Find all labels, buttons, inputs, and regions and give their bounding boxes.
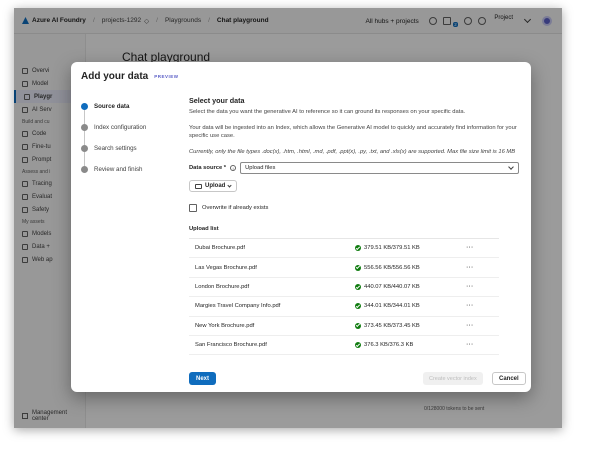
file-name: Dubai Brochure.pdf [195,245,245,252]
more-options-icon[interactable]: ··· [455,265,485,271]
more-options-icon[interactable]: ··· [455,245,485,251]
info-icon[interactable]: i [230,165,237,171]
file-name: Las Vegas Brochure.pdf [195,264,257,271]
file-types-note: Currently, only the file types .doc(x), … [189,149,516,155]
dialog-content: Select your data Select the data you wan… [189,96,519,366]
create-vector-index-button[interactable]: Create vector index [423,372,483,385]
dialog-footer: Next Create vector index Cancel [71,366,531,392]
next-button[interactable]: Next [189,372,217,385]
upload-list: Dubai Brochure.pdf 379.51 KB/379.51 KB ·… [189,238,499,356]
preview-badge: PREVIEW [154,73,179,79]
step-connector [84,110,85,124]
table-row: New York Brochure.pdf 373.45 KB/373.45 K… [189,317,499,336]
chevron-down-icon [508,164,514,170]
data-source-select[interactable]: Upload files [240,162,519,174]
overwrite-checkbox[interactable] [189,204,197,212]
cancel-button[interactable]: Cancel [492,372,526,385]
step-index-configuration[interactable]: Index configuration [81,117,181,145]
step-source-data[interactable]: Source data [81,96,181,124]
checkmark-circle-icon [355,283,361,290]
chevron-down-icon [227,182,232,188]
file-name: London Brochure.pdf [195,283,250,290]
wizard-steps: Source data Index configuration Search s… [81,96,181,180]
step-indicator-icon [81,145,88,152]
checkmark-circle-icon [355,322,361,329]
dialog-title: Add your data [81,70,149,82]
file-name: Margies Travel Company Info.pdf [195,303,281,310]
dialog-header: Add your data PREVIEW [71,62,531,90]
more-options-icon[interactable]: ··· [455,342,485,348]
step-indicator-icon [81,103,88,110]
data-source-label: Data source * [189,165,227,171]
table-row: London Brochure.pdf 440.07 KB/440.07 KB … [189,278,499,298]
section-heading: Select your data [189,96,245,105]
file-name: San Francisco Brochure.pdf [195,342,267,349]
data-source-row: Data source * i Upload files [189,162,519,174]
data-source-value: Upload files [245,165,276,171]
more-options-icon[interactable]: ··· [455,323,485,329]
table-row: San Francisco Brochure.pdf 376.3 KB/376.… [189,336,499,356]
add-your-data-dialog: Add your data PREVIEW Source data Index … [71,62,531,392]
step-review-and-finish[interactable]: Review and finish [81,159,181,180]
upload-status: 373.45 KB/373.45 KB [355,322,455,329]
upload-status: 376.3 KB/376.3 KB [355,342,455,349]
checkmark-circle-icon [355,245,361,252]
upload-status: 556.56 KB/556.56 KB [355,264,455,271]
checkmark-circle-icon [355,342,361,349]
checkmark-circle-icon [355,264,361,271]
step-indicator-icon [81,124,88,131]
app-window: Azure AI Foundry / projects-1292 ◇ / Pla… [14,8,562,428]
file-name: New York Brochure.pdf [195,322,255,329]
overwrite-option: Overwrite if already exists [189,204,519,212]
checkmark-circle-icon [355,303,361,310]
table-row: Las Vegas Brochure.pdf 556.56 KB/556.56 … [189,258,499,278]
step-connector [84,152,85,166]
upload-list-title: Upload list [189,226,219,232]
table-row: Dubai Brochure.pdf 379.51 KB/379.51 KB ·… [189,239,499,259]
more-options-icon[interactable]: ··· [455,284,485,290]
more-options-icon[interactable]: ··· [455,303,485,309]
upload-status: 344.01 KB/344.01 KB [355,303,455,310]
upload-status: 379.51 KB/379.51 KB [355,245,455,252]
section-description: Your data will be ingested into an Index… [189,125,517,139]
upload-status: 440.07 KB/440.07 KB [355,283,455,290]
step-connector [84,131,85,145]
step-indicator-icon [81,166,88,173]
step-search-settings[interactable]: Search settings [81,138,181,166]
table-row: Margies Travel Company Info.pdf 344.01 K… [189,297,499,317]
upload-button[interactable]: Upload [189,180,238,192]
overwrite-label: Overwrite if already exists [202,205,269,211]
section-subheading: Select the data you want the generative … [189,109,466,115]
folder-icon [195,183,202,189]
